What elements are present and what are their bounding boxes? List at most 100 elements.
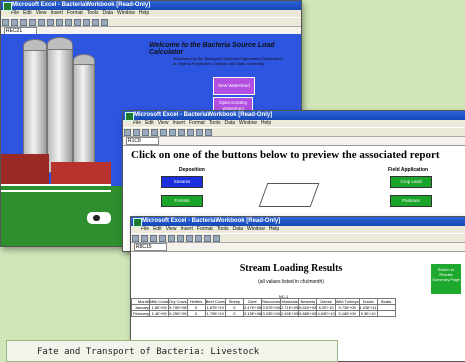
table-cell[interactable]: Raccoons: [261, 298, 281, 305]
new-watershed-button[interactable]: New Watershed: [213, 77, 255, 95]
title-bar[interactable]: Microsoft Excel - BacteriaWorkbook [Read…: [1, 1, 301, 11]
menu-help[interactable]: Help: [269, 226, 279, 232]
table-cell[interactable]: 1.03E+11: [358, 304, 378, 311]
table-cell[interactable]: Muskrats: [279, 298, 300, 305]
table-cell[interactable]: 5.70E+08: [168, 304, 188, 311]
menu-file[interactable]: File: [141, 226, 149, 232]
sort-icon[interactable]: [204, 235, 211, 242]
undo-icon[interactable]: [74, 19, 81, 26]
table-cell[interactable]: 2.71E+09: [279, 304, 300, 311]
menu-file[interactable]: File: [133, 120, 141, 126]
table-cell[interactable]: 5.18E+09: [334, 310, 360, 317]
table-cell[interactable]: Dry Cows: [168, 298, 188, 305]
menu-window[interactable]: Window: [117, 10, 135, 16]
cut-icon[interactable]: [160, 129, 167, 136]
menu-view[interactable]: View: [158, 120, 169, 126]
sum-icon[interactable]: [83, 19, 90, 26]
table-cell[interactable]: 5.73E+09: [334, 304, 360, 311]
save-icon[interactable]: [20, 19, 27, 26]
chart-icon[interactable]: [205, 129, 212, 136]
open-icon[interactable]: [11, 19, 18, 26]
menu-insert[interactable]: Insert: [172, 120, 185, 126]
table-cell[interactable]: 1.79E+10: [204, 310, 226, 317]
chart-icon[interactable]: [213, 235, 220, 242]
table-cell[interactable]: 0: [186, 310, 206, 317]
forests-button[interactable]: Forests: [161, 195, 203, 207]
menu-data[interactable]: Data: [102, 10, 113, 16]
menu-window[interactable]: Window: [239, 120, 257, 126]
title-bar[interactable]: Microsoft Excel - BacteriaWorkbook [Read…: [131, 217, 465, 227]
table-cell[interactable]: February: [131, 310, 150, 317]
table-cell[interactable]: 4.63E+10: [316, 310, 336, 317]
menu-edit[interactable]: Edit: [153, 226, 162, 232]
new-icon[interactable]: [2, 19, 9, 26]
print-icon[interactable]: [29, 19, 36, 26]
table-cell[interactable]: 2.45E+09: [279, 310, 300, 317]
print-icon[interactable]: [159, 235, 166, 242]
sum-icon[interactable]: [195, 235, 202, 242]
menu-view[interactable]: View: [166, 226, 177, 232]
cut-icon[interactable]: [168, 235, 175, 242]
table-cell[interactable]: 3.47E+08: [242, 304, 263, 311]
save-icon[interactable]: [150, 235, 157, 242]
sum-icon[interactable]: [187, 129, 194, 136]
cut-icon[interactable]: [47, 19, 54, 26]
menu-format[interactable]: Format: [189, 120, 205, 126]
table-cell[interactable]: 3.57E+08: [261, 304, 281, 311]
save-icon[interactable]: [142, 129, 149, 136]
table-cell[interactable]: Heifers: [186, 298, 206, 305]
copy-icon[interactable]: [169, 129, 176, 136]
croplands-button[interactable]: Crop Land: [390, 176, 432, 188]
streams-button[interactable]: Streams: [161, 176, 203, 188]
sort-icon[interactable]: [196, 129, 203, 136]
chart-icon[interactable]: [101, 19, 108, 26]
menu-data[interactable]: Data: [232, 226, 243, 232]
menu-file[interactable]: File: [11, 10, 19, 16]
print-icon[interactable]: [151, 129, 158, 136]
paste-icon[interactable]: [186, 235, 193, 242]
table-cell[interactable]: 9.3E+10: [358, 310, 378, 317]
open-icon[interactable]: [141, 235, 148, 242]
table-cell[interactable]: 1.4E+09: [148, 310, 170, 317]
open-icon[interactable]: [133, 129, 140, 136]
menu-help[interactable]: Help: [261, 120, 271, 126]
menu-view[interactable]: View: [36, 10, 47, 16]
copy-icon[interactable]: [177, 235, 184, 242]
name-box[interactable]: R1C8: [126, 137, 159, 145]
table-cell[interactable]: 5.88E+08: [298, 310, 318, 317]
name-box[interactable]: R8C15: [134, 243, 167, 251]
preview-icon[interactable]: [38, 19, 45, 26]
menu-window[interactable]: Window: [247, 226, 265, 232]
menu-data[interactable]: Data: [224, 120, 235, 126]
table-cell[interactable]: 5.25E+09: [168, 310, 188, 317]
paste-icon[interactable]: [65, 19, 72, 26]
table-cell[interactable]: [376, 310, 396, 317]
sort-icon[interactable]: [92, 19, 99, 26]
menu-help[interactable]: Help: [139, 10, 149, 16]
new-icon[interactable]: [132, 235, 139, 242]
menu-insert[interactable]: Insert: [180, 226, 193, 232]
table-cell[interactable]: 6.2E+10: [316, 304, 336, 311]
new-icon[interactable]: [124, 129, 131, 136]
table-cell[interactable]: Milk Cows: [148, 298, 170, 305]
table-cell[interactable]: Wild Turkeys: [334, 298, 360, 305]
return-summary-button[interactable]: Return to Results Summary Page: [431, 264, 461, 294]
pastures-button[interactable]: Pastures: [390, 195, 432, 207]
paste-icon[interactable]: [178, 129, 185, 136]
menu-format[interactable]: Format: [67, 10, 83, 16]
table-cell[interactable]: 1.67E+10: [204, 304, 226, 311]
menu-edit[interactable]: Edit: [23, 10, 32, 16]
table-cell[interactable]: 3.15E+08: [242, 310, 263, 317]
table-cell[interactable]: January: [131, 304, 150, 311]
menu-insert[interactable]: Insert: [50, 10, 63, 16]
table-cell[interactable]: 6.51E+08: [298, 304, 318, 311]
table-cell[interactable]: 0: [224, 310, 244, 317]
table-cell[interactable]: Beavers: [298, 298, 318, 305]
table-cell[interactable]: 3.23E+08: [261, 310, 281, 317]
menu-tools[interactable]: Tools: [217, 226, 229, 232]
menu-edit[interactable]: Edit: [145, 120, 154, 126]
copy-icon[interactable]: [56, 19, 63, 26]
menu-tools[interactable]: Tools: [87, 10, 99, 16]
title-bar[interactable]: Microsoft Excel - BacteriaWorkbook [Read…: [123, 111, 465, 121]
table-cell[interactable]: Beef Cows: [204, 298, 226, 305]
